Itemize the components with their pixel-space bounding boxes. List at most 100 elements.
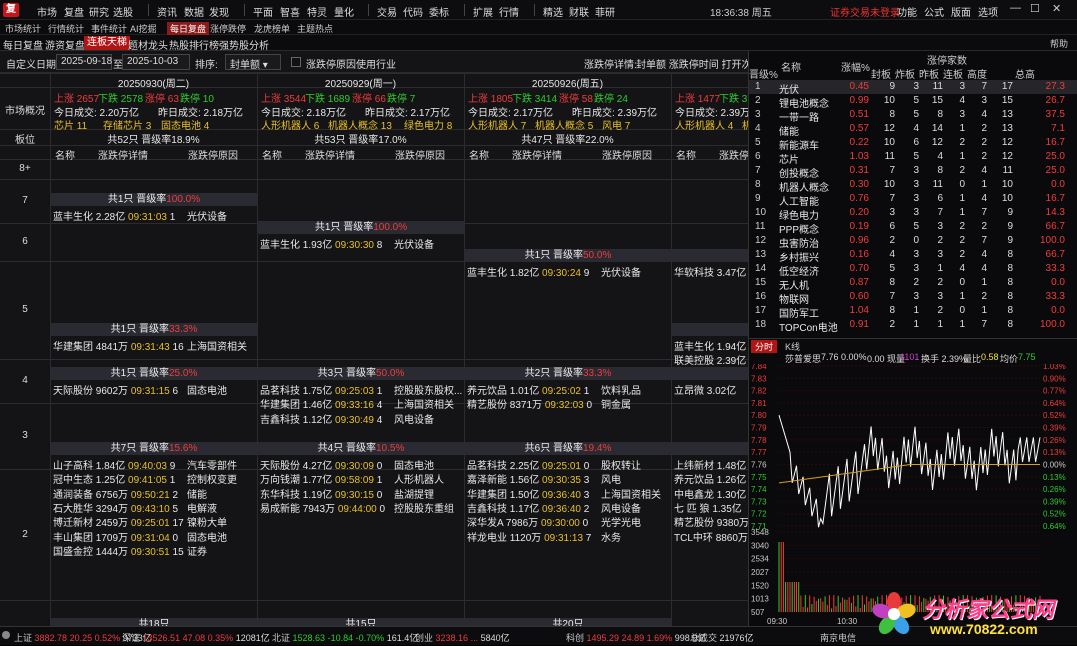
stock-name[interactable]: 易成新能: [260, 504, 300, 515]
stock-row[interactable]: 蓝丰生化 1.82亿 09:30:24 9: [467, 264, 589, 279]
menu-item-3[interactable]: 选股: [113, 4, 133, 19]
table-header[interactable]: 名称: [781, 59, 801, 74]
stock-row[interactable]: 山子高科 1.84亿 09:40:03 9: [53, 457, 175, 472]
index-1[interactable]: 深证 13526.51 47.08 0.35% 12081亿: [122, 631, 270, 644]
help-button[interactable]: 帮助: [1050, 37, 1068, 50]
table-header[interactable]: 涨幅%: [841, 59, 870, 74]
tab-1[interactable]: 游资复盘: [45, 37, 85, 52]
stock-name[interactable]: 天际股份: [53, 386, 93, 397]
index-5[interactable]: 总成交 21976亿: [690, 631, 754, 644]
sector-row[interactable]: 17 国防军工 1.04 8 1 2 0 1 8 0.0: [749, 304, 1077, 320]
stock-name[interactable]: 立昂微: [674, 386, 704, 397]
menu-item-16[interactable]: 精选: [543, 4, 563, 19]
menu-options[interactable]: 选项: [978, 4, 998, 19]
sector-row[interactable]: 11 PPP概念 0.19 6 5 3 2 2 9 66.7: [749, 220, 1077, 236]
stock-row[interactable]: 冠中生态 1.25亿 09:41:05 1: [53, 471, 175, 486]
close-icon[interactable]: ✕: [1052, 2, 1061, 15]
stock-row[interactable]: 华建集团 4841万 09:31:43 16: [53, 338, 184, 353]
tab-2[interactable]: 连板天梯: [84, 36, 130, 50]
subnav-item-3[interactable]: AI挖掘: [130, 22, 157, 35]
stock-row[interactable]: 吉鑫科技 1.17亿 09:36:40 2: [467, 500, 589, 515]
end-date-input[interactable]: 2025-10-03: [122, 54, 190, 70]
sector-row[interactable]: 16 物联网 0.60 7 3 3 1 2 8 33.3: [749, 290, 1077, 306]
subnav-item-5[interactable]: 涨停跌停: [210, 22, 246, 35]
menu-item-2[interactable]: 研究: [89, 4, 109, 19]
stock-name[interactable]: 蓝丰生化: [53, 212, 93, 223]
stock-row[interactable]: 养元饮品 1.26亿: [674, 471, 746, 486]
menu-item-7[interactable]: 平面: [253, 4, 273, 19]
sector-row[interactable]: 6 芯片 1.03 11 5 4 1 2 12 25.0: [749, 150, 1077, 166]
stock-row[interactable]: 蓝丰生化 1.93亿 09:30:30 8: [260, 236, 382, 251]
stock-row[interactable]: 丰山集团 1709万 09:31:04 0: [53, 529, 178, 544]
stock-name[interactable]: 华建集团: [53, 342, 93, 353]
stock-row[interactable]: 天际股份 9602万 09:31:15 6: [53, 382, 178, 397]
menu-function[interactable]: 功能: [897, 4, 917, 19]
sector-row[interactable]: 14 低空经济 0.70 5 3 1 4 4 8 33.3: [749, 262, 1077, 278]
tab-5[interactable]: 强势股分析: [219, 37, 269, 52]
stock-row[interactable]: 中电鑫龙 1.30亿: [674, 486, 746, 501]
sort-select[interactable]: 封单额 ▾: [225, 54, 281, 71]
menu-item-15[interactable]: 行情: [499, 4, 519, 19]
stock-row[interactable]: 嘉泽新能 1.56亿 09:30:35 3: [467, 471, 589, 486]
tab-0[interactable]: 每日复盘: [3, 37, 43, 52]
menu-item-1[interactable]: 复盘: [64, 4, 84, 19]
index-4[interactable]: 科创 1495.29 24.89 1.69% 998.0亿: [566, 631, 706, 644]
stock-row[interactable]: 华建集团 1.50亿 09:36:40 3: [467, 486, 589, 501]
minimize-icon[interactable]: —: [1010, 2, 1021, 14]
stock-row[interactable]: 养元饮品 1.01亿 09:25:02 1: [467, 382, 589, 397]
menu-item-4[interactable]: 资讯: [157, 4, 177, 19]
subnav-item-4[interactable]: 每日复盘: [167, 22, 210, 35]
subnav-item-0[interactable]: 市场统计: [5, 22, 41, 35]
menu-item-18[interactable]: 菲研: [595, 4, 615, 19]
app-logo-icon[interactable]: 复: [3, 3, 19, 17]
stock-row[interactable]: 蓝丰生化 1.94亿: [674, 338, 746, 353]
index-2[interactable]: 北证 1528.63 -10.84 -0.70% 161.4亿: [272, 631, 418, 644]
subnav-item-7[interactable]: 主题热点: [297, 22, 333, 35]
stock-name[interactable]: 国盛金控: [53, 547, 93, 558]
index-3[interactable]: 创业 3238.16 ... 5840亿: [415, 631, 510, 644]
menu-formula[interactable]: 公式: [924, 4, 944, 19]
menu-item-0[interactable]: 市场: [37, 4, 57, 19]
menu-item-14[interactable]: 扩展: [473, 4, 493, 19]
stock-row[interactable]: 国盛金控 1444万 09:30:51 15: [53, 543, 184, 558]
sector-row[interactable]: 8 机器人概念 0.30 10 3 11 0 1 10 0.0: [749, 178, 1077, 194]
detail-options[interactable]: 封单额 涨跌停时间 打开次数: [636, 56, 748, 71]
stock-row[interactable]: 华软科技 3.47亿: [674, 264, 746, 279]
stock-name[interactable]: TCL中环: [674, 533, 713, 544]
stock-row[interactable]: 万向钱潮 1.77亿 09:58:09 1: [260, 471, 382, 486]
reason-industry-checkbox[interactable]: [291, 57, 301, 67]
maximize-icon[interactable]: ☐: [1030, 2, 1040, 15]
stock-row[interactable]: 精艺股份 8371万 09:32:03 0: [467, 396, 592, 411]
sector-row[interactable]: 3 一带一路 0.51 8 5 8 3 4 13 37.5: [749, 108, 1077, 124]
subnav-item-2[interactable]: 事件统计: [91, 22, 127, 35]
stock-name[interactable]: 蓝丰生化: [467, 268, 507, 279]
stock-name[interactable]: 吉鑫科技: [260, 415, 300, 426]
table-header[interactable]: 封板: [871, 66, 891, 81]
sector-row[interactable]: 4 储能 0.57 12 4 14 1 2 13 7.1: [749, 122, 1077, 138]
stock-row[interactable]: 祥龙电业 1120万 09:31:13 7: [467, 529, 591, 544]
stock-row[interactable]: 深华发A 7986万 09:30:00 0: [467, 514, 588, 529]
intraday-chart[interactable]: 7.84 1.03% 7.83 0.90% 7.82 0.77% 7.81 0.64% 7.80…: [749, 362, 1077, 626]
table-header[interactable]: 总高: [1015, 66, 1035, 81]
sector-row[interactable]: 15 无人机 0.87 8 2 2 0 1 8 0.0: [749, 276, 1077, 292]
stock-name[interactable]: 蓝丰生化: [260, 240, 300, 251]
menu-item-17[interactable]: 财联: [569, 4, 589, 19]
menu-item-11[interactable]: 交易: [377, 4, 397, 19]
menu-item-13[interactable]: 委标: [429, 4, 449, 19]
sector-row[interactable]: 7 创投概念 0.31 7 3 8 2 4 11 25.0: [749, 164, 1077, 180]
sector-row[interactable]: 5 新能源车 0.22 10 6 12 2 2 12 16.7: [749, 136, 1077, 152]
stock-row[interactable]: 博迁新材 2459万 09:25:01 17: [53, 514, 184, 529]
stock-row[interactable]: 易成新能 7943万 09:44:00 0: [260, 500, 385, 515]
stock-row[interactable]: 精艺股份 9380万: [674, 514, 748, 529]
stock-name[interactable]: 联美控股: [674, 356, 714, 367]
sector-row[interactable]: 10 绿色电力 0.20 3 3 7 1 7 9 14.3: [749, 206, 1077, 222]
table-header[interactable]: 炸板: [895, 66, 915, 81]
menu-item-8[interactable]: 智喜: [280, 4, 300, 19]
table-header[interactable]: 昨板: [919, 66, 939, 81]
stock-row[interactable]: 蓝丰生化 2.28亿 09:31:03 1: [53, 208, 175, 223]
stock-row[interactable]: 石大胜华 3294万 09:43:10 5: [53, 500, 178, 515]
stock-row[interactable]: 东华科技 1.19亿 09:30:15 0: [260, 486, 382, 501]
stock-row[interactable]: 吉鑫科技 1.12亿 09:30:49 4: [260, 411, 382, 426]
menu-layout[interactable]: 版面: [951, 4, 971, 19]
stock-name[interactable]: 祥龙电业: [467, 533, 507, 544]
